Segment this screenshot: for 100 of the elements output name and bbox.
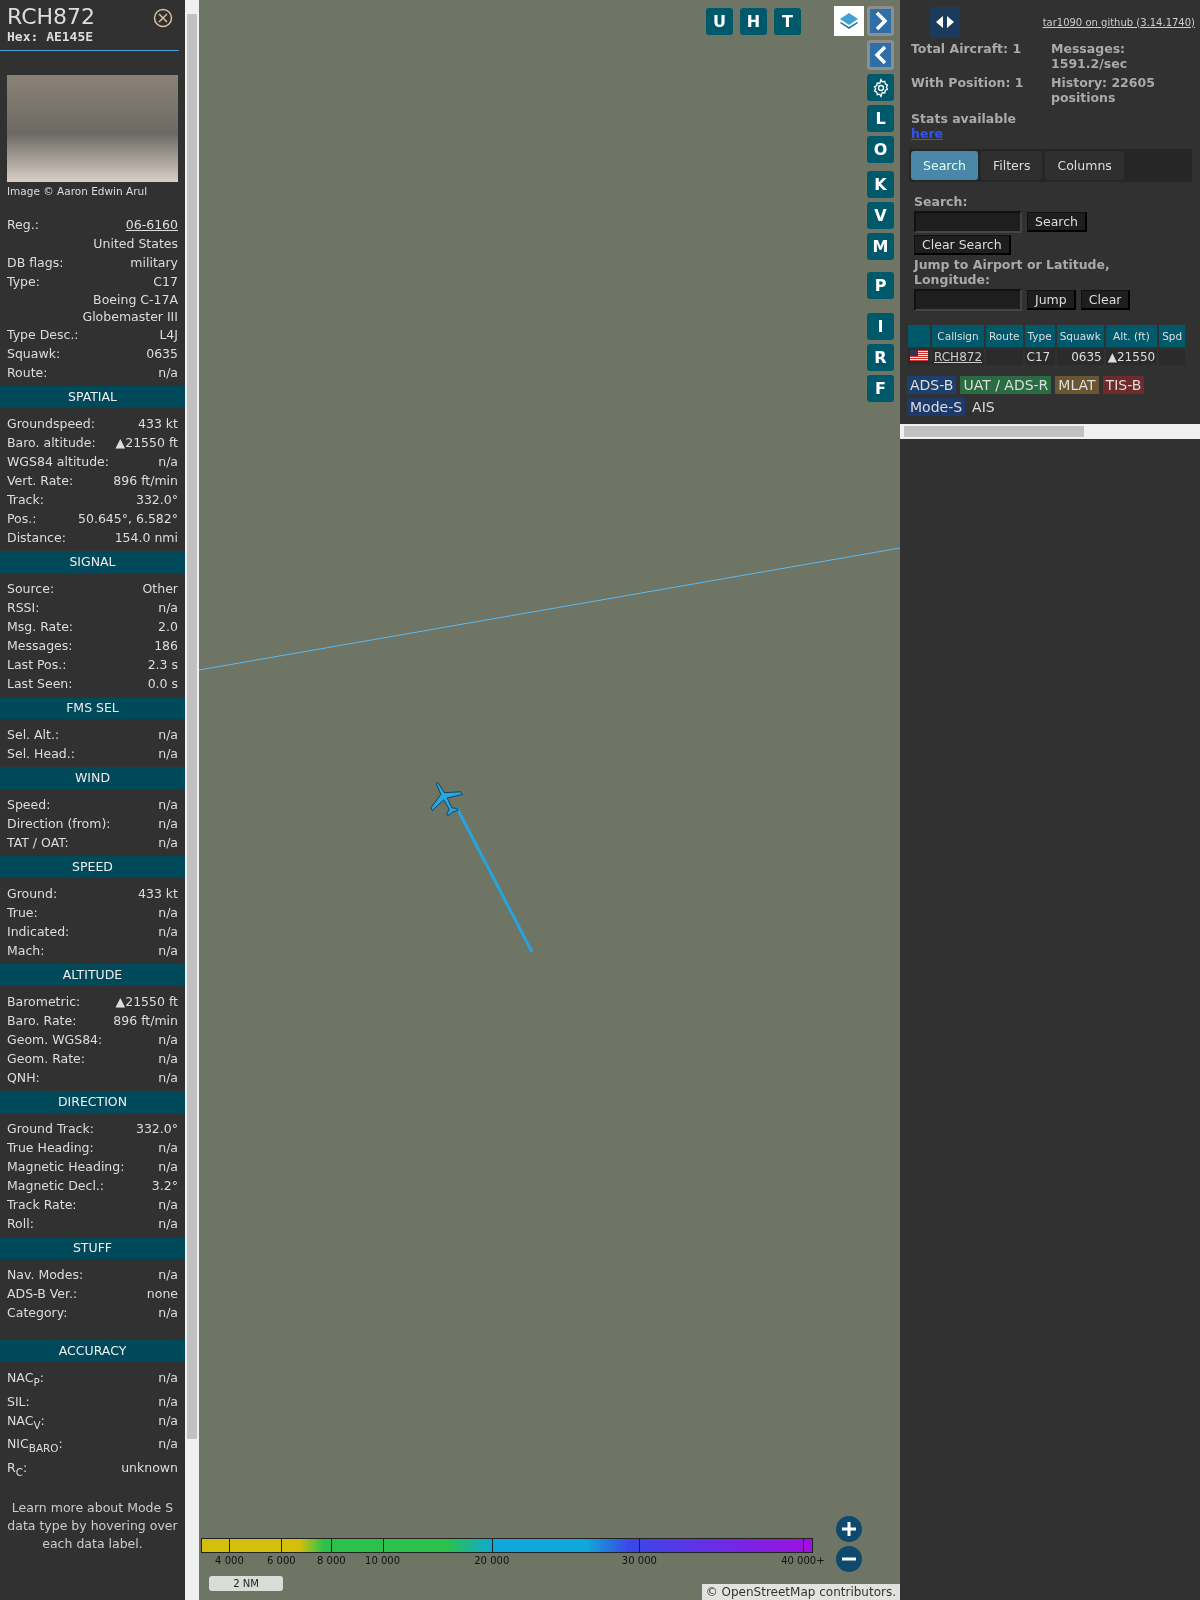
map-attribution: © OpenStreetMap contributors. [701, 1584, 900, 1600]
field-label: True: [7, 904, 38, 922]
settings-button[interactable] [867, 74, 894, 101]
field-label: Type Desc.: [7, 326, 79, 344]
expand-button[interactable] [867, 6, 894, 36]
field-value: n/a [158, 815, 178, 833]
tab[interactable]: Search [911, 151, 978, 180]
tab[interactable]: Columns [1045, 151, 1124, 180]
field-value: military [130, 254, 178, 272]
search-label: Search: [914, 194, 969, 209]
field-value: n/a [158, 796, 178, 814]
field-label: NAC$_{P}$: [7, 1369, 44, 1390]
stat-text: Total Aircraft: 1 [911, 41, 1023, 58]
table-cell: C17 [1024, 349, 1055, 365]
stats-note: Stats available [911, 111, 1017, 126]
map-toggle-button[interactable]: H [740, 7, 767, 35]
field-value: ▲21550 ft [115, 434, 178, 452]
callsign-link[interactable]: RCH872 [934, 350, 983, 364]
field-label: Category: [7, 1304, 68, 1322]
field-value: 896 ft/min [113, 472, 178, 490]
scale-label: 10 000 [365, 1555, 401, 1566]
close-icon[interactable] [153, 8, 173, 28]
field-value: n/a [158, 1196, 178, 1214]
field-label: Messages: [7, 637, 73, 655]
search-field[interactable] [914, 211, 1022, 233]
field-label: Indicated: [7, 923, 70, 941]
field-label: Squawk: [7, 345, 61, 363]
field-value: 0635 [146, 345, 178, 363]
field-value: n/a [158, 1215, 178, 1233]
field-label: Geom. Rate: [7, 1050, 86, 1068]
field-value: n/a [158, 1069, 178, 1087]
field-value: n/a [158, 1369, 178, 1387]
field-label: NAC$_{V}$: [7, 1411, 45, 1432]
zoom-in-button[interactable] [836, 1516, 862, 1542]
registration-link[interactable]: 06-6160 [125, 215, 178, 234]
scale-label: 8 000 [317, 1555, 346, 1566]
column-header[interactable]: Type [1024, 325, 1055, 347]
map-toggle-button[interactable]: T [774, 7, 801, 35]
column-header[interactable]: Squawk [1056, 325, 1104, 347]
map-toggle-button[interactable]: R [867, 344, 894, 371]
field-label: Baro. Rate: [7, 1012, 77, 1030]
field-value: n/a [158, 1031, 178, 1049]
collapse-button[interactable] [867, 40, 894, 70]
map-background[interactable]: U H T L O K V M P I R F 4 000 6 000 8 000 10 000 20 000 30 000 40 000+ 2 NM © OpenStreetMap contributors. [199, 0, 900, 1600]
section-header: ACCURACY [0, 1340, 185, 1362]
source-tag: ADS-B [907, 376, 957, 394]
field-label: Mach: [7, 942, 45, 960]
source-tag: TIS-B [1102, 376, 1145, 394]
tab[interactable]: Filters [980, 151, 1043, 180]
column-header[interactable]: Spd [1159, 325, 1186, 347]
field-label: Pos.: [7, 510, 37, 528]
field-value: 433 kt [138, 885, 178, 903]
github-link[interactable]: tar1090 on github (3.14.1740) [1042, 16, 1195, 28]
field-label: Ground Track: [7, 1120, 94, 1138]
field-value: n/a [158, 1392, 178, 1411]
field-value: none [146, 1285, 178, 1303]
jump-label: Jump to Airport or Latitude, Longitude: [914, 257, 1111, 287]
scale-label: 30 000 [621, 1555, 657, 1566]
field-value: n/a [158, 726, 178, 744]
map-toggle-button[interactable]: V [867, 202, 894, 229]
scrollbar[interactable] [185, 0, 199, 1600]
section-header: WIND [0, 767, 185, 789]
map-toggle-button[interactable]: I [867, 313, 894, 340]
source-tag: MLAT [1055, 376, 1099, 394]
map-toggle-button[interactable]: U [706, 7, 733, 35]
field-label: Distance: [7, 529, 66, 547]
column-header[interactable]: Route [986, 325, 1023, 347]
field-value: n/a [158, 1435, 178, 1453]
field-value: unknown [121, 1458, 178, 1477]
section-header: FMS SEL [0, 697, 185, 719]
map-toggle-button[interactable]: O [867, 136, 894, 163]
field-value: Other [142, 580, 178, 598]
column-header[interactable]: Callsign [932, 325, 985, 347]
layers-button[interactable] [834, 6, 864, 36]
clear-search-button[interactable]: Clear Search [914, 235, 1011, 255]
section-header: SPEED [0, 856, 185, 878]
map-toggle-button[interactable]: M [867, 233, 894, 260]
map-toggle-button[interactable]: L [867, 105, 894, 132]
jump-button[interactable]: Jump [1027, 290, 1076, 310]
zoom-out-button[interactable] [836, 1546, 862, 1572]
map-toggle-button[interactable]: F [867, 375, 894, 402]
clear-button[interactable]: Clear [1080, 290, 1131, 310]
callsign-title: RCH872 [7, 4, 96, 29]
map-toggle-button[interactable]: P [867, 272, 894, 299]
field-label: Type: [7, 273, 40, 291]
jump-field[interactable] [914, 289, 1022, 311]
search-button[interactable]: Search [1027, 212, 1087, 232]
horizontal-scrollbar[interactable] [900, 424, 1200, 439]
map-toggle-button[interactable]: K [867, 171, 894, 198]
field-value: ▲21550 ft [115, 993, 178, 1011]
field-label: Geom. WGS84: [7, 1031, 103, 1049]
field-label: NIC$_{BARO}$: [7, 1435, 63, 1456]
section-header: STUFF [0, 1237, 185, 1259]
section-header: SIGNAL [0, 551, 185, 573]
field-value: Boeing C-17A Globemaster III [81, 291, 178, 325]
split-button[interactable] [930, 7, 960, 37]
field-value: 2.3 s [147, 656, 178, 674]
column-header[interactable]: Alt. (ft) [1105, 325, 1158, 347]
scale-label: 20 000 [474, 1555, 510, 1566]
table-cell: ▲21550 [1105, 349, 1158, 365]
